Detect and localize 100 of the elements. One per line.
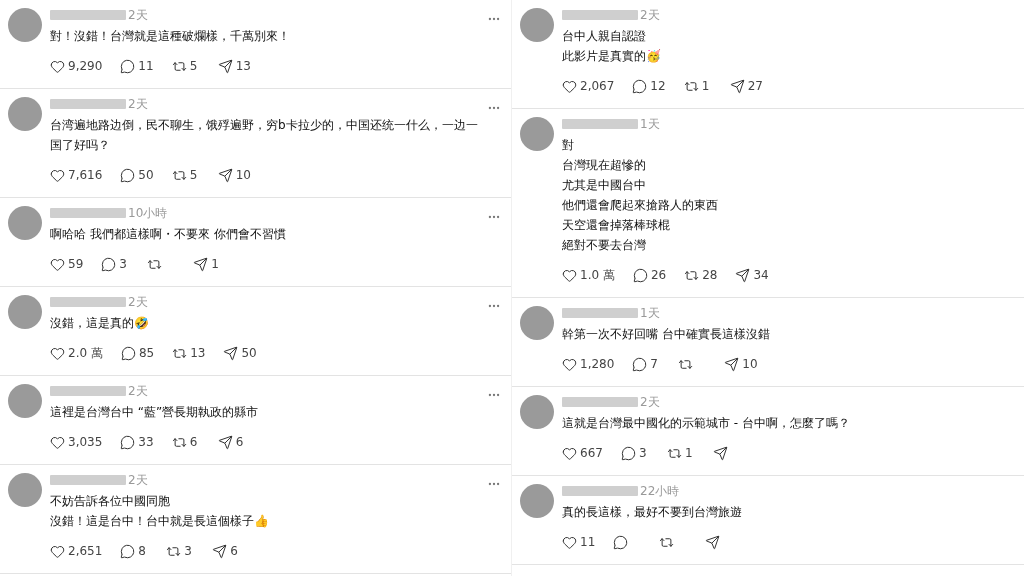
comment-icon[interactable] [613, 534, 629, 550]
like-icon[interactable] [50, 345, 65, 361]
like-count: 9,290 [68, 60, 103, 72]
share-icon[interactable] [729, 78, 745, 94]
comment-icon[interactable] [632, 78, 648, 94]
like-count: 1,280 [580, 358, 615, 370]
comment-icon[interactable] [120, 345, 136, 361]
comment-text: 国了好吗？ [50, 137, 110, 154]
avatar[interactable] [8, 8, 42, 42]
like-icon[interactable] [562, 356, 577, 372]
post-time: 10小時 [128, 205, 168, 222]
share-count: 34 [753, 269, 769, 281]
comment-icon[interactable] [120, 167, 136, 183]
comment-text: 啊哈哈 我們都這樣啊・不要來 你們會不習慣 [50, 226, 286, 243]
repost-count: 3 [184, 545, 192, 557]
comment-text: 絕對不要去台灣 [562, 237, 646, 254]
share-icon[interactable] [217, 167, 233, 183]
comment-text: 沒錯！這是台中！台中就是長這個樣子👍 [50, 513, 269, 530]
comment-icon[interactable] [632, 356, 648, 372]
repost-count: 1 [684, 447, 693, 459]
post-time: 2天 [640, 7, 660, 24]
comment-text: 他們還會爬起來搶路人的東西 [562, 197, 718, 214]
avatar[interactable] [520, 8, 554, 42]
comment-text: 台中人親自認證 [562, 28, 646, 45]
reply-count: 8 [138, 545, 146, 557]
comment-text: 不妨告訴各位中國同胞 [50, 493, 170, 510]
like-count: 7,616 [68, 169, 103, 181]
avatar[interactable] [520, 117, 554, 151]
reply-count: 3 [638, 447, 647, 459]
avatar[interactable] [8, 206, 42, 240]
comment-text: 這裡是台灣台中 “藍”營長期執政的縣市 [50, 404, 259, 421]
share-icon[interactable] [735, 267, 751, 283]
like-icon[interactable] [562, 78, 577, 94]
repost-count: 28 [702, 269, 718, 281]
post-time: 2天 [128, 472, 148, 489]
share-icon[interactable] [712, 445, 728, 461]
comment-icon[interactable] [120, 543, 136, 559]
share-count: 6 [230, 545, 238, 557]
like-icon[interactable] [50, 256, 65, 272]
post-time: 2天 [128, 294, 148, 311]
post-time: 1天 [640, 116, 660, 133]
reply-count: 33 [138, 436, 154, 448]
share-icon[interactable] [193, 256, 209, 272]
comment-text: 尤其是中國台中 [562, 177, 646, 194]
share-icon[interactable] [217, 434, 233, 450]
share-icon[interactable] [724, 356, 740, 372]
share-icon[interactable] [217, 58, 233, 74]
reply-count: 26 [650, 269, 667, 281]
reply-count: 11 [138, 60, 154, 72]
comment-icon[interactable] [120, 58, 136, 74]
avatar[interactable] [8, 97, 42, 131]
post-time: 2天 [128, 96, 148, 113]
comment-text: 天空還會掉落棒球棍 [562, 217, 670, 234]
repost-count: 5 [189, 169, 198, 181]
like-count: 59 [68, 258, 84, 270]
comment-text: 幹第一次不好回嘴 台中確實長這樣沒錯 [562, 326, 770, 343]
reply-count: 85 [138, 347, 155, 359]
share-count: 50 [241, 347, 257, 359]
avatar[interactable] [8, 295, 42, 329]
share-icon[interactable] [705, 534, 721, 550]
like-icon[interactable] [562, 445, 577, 461]
avatar[interactable] [520, 306, 554, 340]
like-icon[interactable] [50, 543, 65, 559]
like-count: 11 [580, 536, 596, 548]
reply-count: 7 [650, 358, 658, 370]
share-icon[interactable] [223, 345, 239, 361]
like-icon[interactable] [50, 167, 65, 183]
repost-count: 6 [189, 436, 198, 448]
repost-count: 13 [190, 347, 206, 359]
share-count: 13 [235, 60, 251, 72]
like-count: 2,067 [580, 80, 615, 92]
comment-text: 台灣現在超慘的 [562, 157, 646, 174]
comment-text: 此影片是真實的🥳 [562, 48, 661, 65]
repost-count: 1 [701, 80, 710, 92]
comment-icon[interactable] [620, 445, 636, 461]
avatar[interactable] [520, 484, 554, 518]
share-count: 6 [235, 436, 244, 448]
comment-icon[interactable] [101, 256, 117, 272]
like-icon[interactable] [562, 267, 577, 283]
share-icon[interactable] [212, 543, 228, 559]
comment-text: 這就是台灣最中國化的示範城市 - 台中啊，怎麼了嗎？ [562, 415, 850, 432]
comment-text: 真的長這樣，最好不要到台灣旅遊 [562, 504, 742, 521]
comment-text: 沒錯，這是真的🤣 [50, 315, 149, 332]
comment-icon[interactable] [632, 267, 648, 283]
like-icon[interactable] [50, 434, 65, 450]
like-count: 3,035 [68, 436, 103, 448]
comment-text: 台湾遍地路边倒，民不聊生，饿殍遍野，穷b卡拉少的，中国还统一什么，一边一 [50, 117, 478, 134]
post-time: 22小時 [640, 483, 680, 500]
avatar[interactable] [8, 384, 42, 418]
like-icon[interactable] [562, 534, 577, 550]
avatar[interactable] [520, 395, 554, 429]
comment-icon[interactable] [120, 434, 136, 450]
comment-text: 對！沒錯！台灣就是這種破爛樣，千萬別來！ [50, 28, 290, 45]
like-count: 667 [580, 447, 603, 459]
share-count: 1 [211, 258, 219, 270]
like-count: 2,651 [68, 545, 103, 557]
reply-count: 3 [119, 258, 127, 270]
avatar[interactable] [8, 473, 42, 507]
share-count: 10 [742, 358, 758, 370]
like-icon[interactable] [50, 58, 65, 74]
